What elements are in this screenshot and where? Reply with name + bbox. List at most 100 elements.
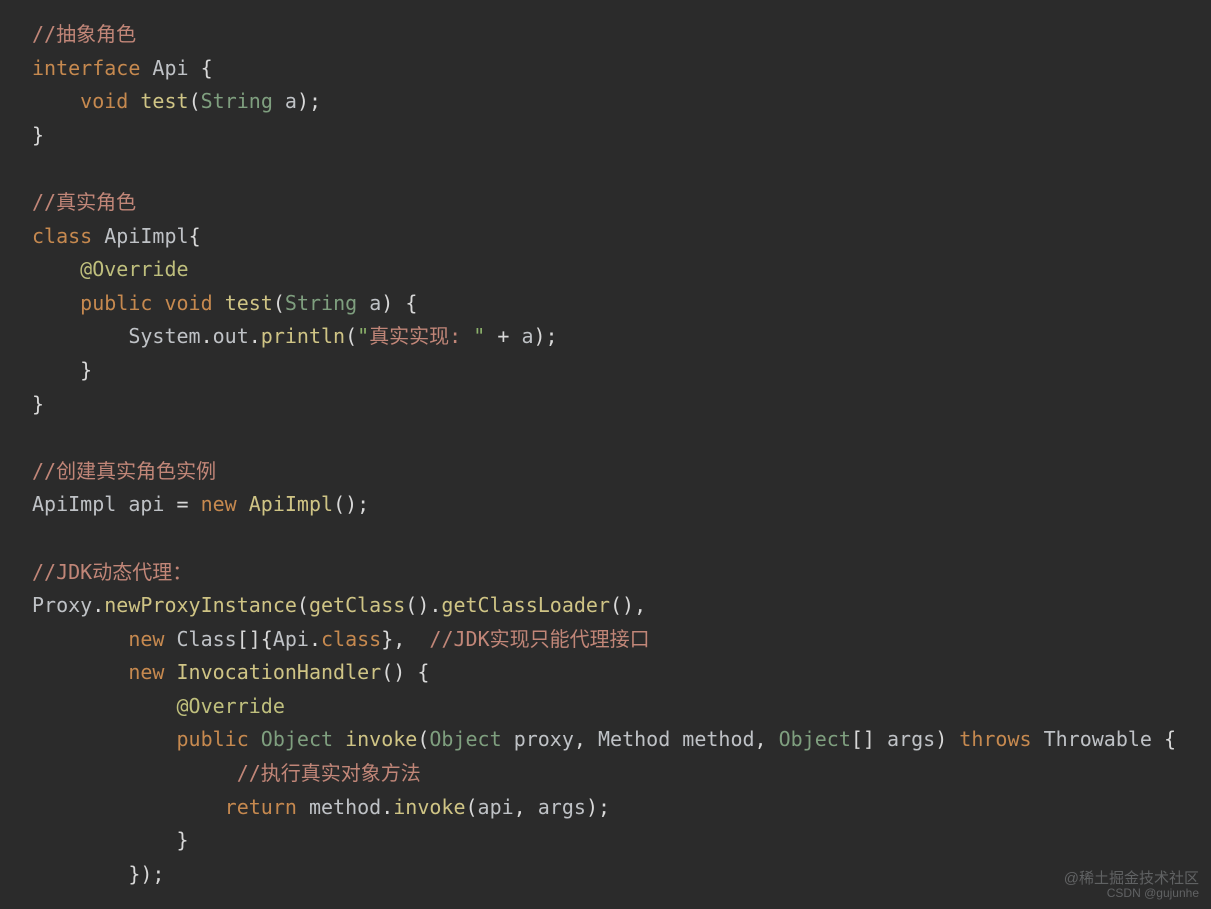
code-token: ApiImpl [249, 492, 333, 516]
code-token: method [309, 795, 381, 819]
code-token: Object [261, 727, 333, 751]
code-line: System.out.println("真实实现: " + a); [32, 324, 558, 348]
code-token: . [381, 795, 393, 819]
code-token: ); [586, 795, 610, 819]
code-token: //真实角色 [32, 190, 136, 214]
code-token [249, 727, 261, 751]
code-line: } [32, 358, 92, 382]
code-token: Throwable [1044, 727, 1164, 751]
code-token [32, 828, 177, 852]
code-token: throws [959, 727, 1031, 751]
code-token: public [177, 727, 249, 751]
code-token: } [32, 392, 44, 416]
code-token: ) [935, 727, 959, 751]
code-token: newProxyInstance [104, 593, 297, 617]
code-token: + [497, 324, 509, 348]
code-token [509, 324, 521, 348]
code-token: ); [534, 324, 558, 348]
code-token: ( [297, 593, 309, 617]
code-line: //真实角色 [32, 190, 136, 214]
code-token: test [225, 291, 273, 315]
code-line: public void test(String a) { [32, 291, 417, 315]
code-token: ( [273, 291, 285, 315]
code-token: //执行真实对象方法 [237, 761, 421, 785]
code-token: args [538, 795, 586, 819]
code-token: //创建真实角色实例 [32, 459, 216, 483]
code-token [32, 358, 80, 382]
code-token [32, 660, 128, 684]
code-line: class ApiImpl{ [32, 224, 201, 248]
code-token: ( [417, 727, 429, 751]
code-token [213, 291, 225, 315]
code-token: public [80, 291, 152, 315]
code-token: ApiImpl api [32, 492, 177, 516]
code-line: } [32, 828, 189, 852]
code-token: interface [32, 56, 140, 80]
code-token [273, 89, 285, 113]
code-token: proxy [514, 727, 574, 751]
code-line: return method.invoke(api, args); [32, 795, 610, 819]
code-token: invoke [345, 727, 417, 751]
code-line: @Override [32, 257, 189, 281]
code-token: , [574, 727, 598, 751]
code-token: ); [297, 89, 321, 113]
code-token: () { [381, 660, 429, 684]
code-token [32, 727, 177, 751]
code-token: " [357, 324, 369, 348]
code-token [32, 89, 80, 113]
code-token: //JDK实现只能代理接口 [429, 627, 649, 651]
code-token [32, 761, 237, 785]
code-token [32, 324, 128, 348]
code-token [152, 291, 164, 315]
code-line: }); [32, 862, 164, 886]
code-token: ( [189, 89, 201, 113]
code-token: }); [128, 862, 164, 886]
code-token: ( [345, 324, 357, 348]
code-token [164, 627, 176, 651]
code-token [32, 862, 128, 886]
code-token: Object [779, 727, 851, 751]
code-token: , [514, 795, 538, 819]
code-token [189, 492, 201, 516]
code-token: InvocationHandler [177, 660, 382, 684]
code-token [164, 660, 176, 684]
code-token: " [473, 324, 485, 348]
code-token [128, 89, 140, 113]
code-token [297, 795, 309, 819]
code-line: //JDK动态代理： [32, 560, 192, 584]
code-token: Api [152, 56, 200, 80]
code-line: void test(String a); [32, 89, 321, 113]
code-token: Object [429, 727, 501, 751]
code-token: a [521, 324, 533, 348]
code-token: { [189, 224, 201, 248]
code-line: //执行真实对象方法 [32, 761, 421, 785]
code-token: (). [405, 593, 441, 617]
code-token: . [201, 324, 213, 348]
code-token: test [140, 89, 188, 113]
code-line: public Object invoke(Object proxy, Metho… [32, 727, 1176, 751]
code-token: String [201, 89, 273, 113]
code-token: [] [851, 727, 887, 751]
code-line: @Override [32, 694, 285, 718]
code-token [485, 324, 497, 348]
code-token: []{ [237, 627, 273, 651]
code-token: new [201, 492, 237, 516]
code-token: Api [273, 627, 309, 651]
code-token: getClass [309, 593, 405, 617]
code-token: } [80, 358, 92, 382]
code-token: Proxy [32, 593, 92, 617]
code-token: . [309, 627, 321, 651]
code-token [32, 627, 128, 651]
code-line: Proxy.newProxyInstance(getClass().getCla… [32, 593, 646, 617]
code-token: void [80, 89, 128, 113]
code-token: out [213, 324, 249, 348]
code-token [502, 727, 514, 751]
code-token: (); [333, 492, 369, 516]
code-token: , [755, 727, 779, 751]
code-line: ApiImpl api = new ApiImpl(); [32, 492, 369, 516]
code-token: args [887, 727, 935, 751]
code-token: Method method [598, 727, 755, 751]
code-token: new [128, 660, 164, 684]
code-token: . [249, 324, 261, 348]
code-line: } [32, 123, 44, 147]
